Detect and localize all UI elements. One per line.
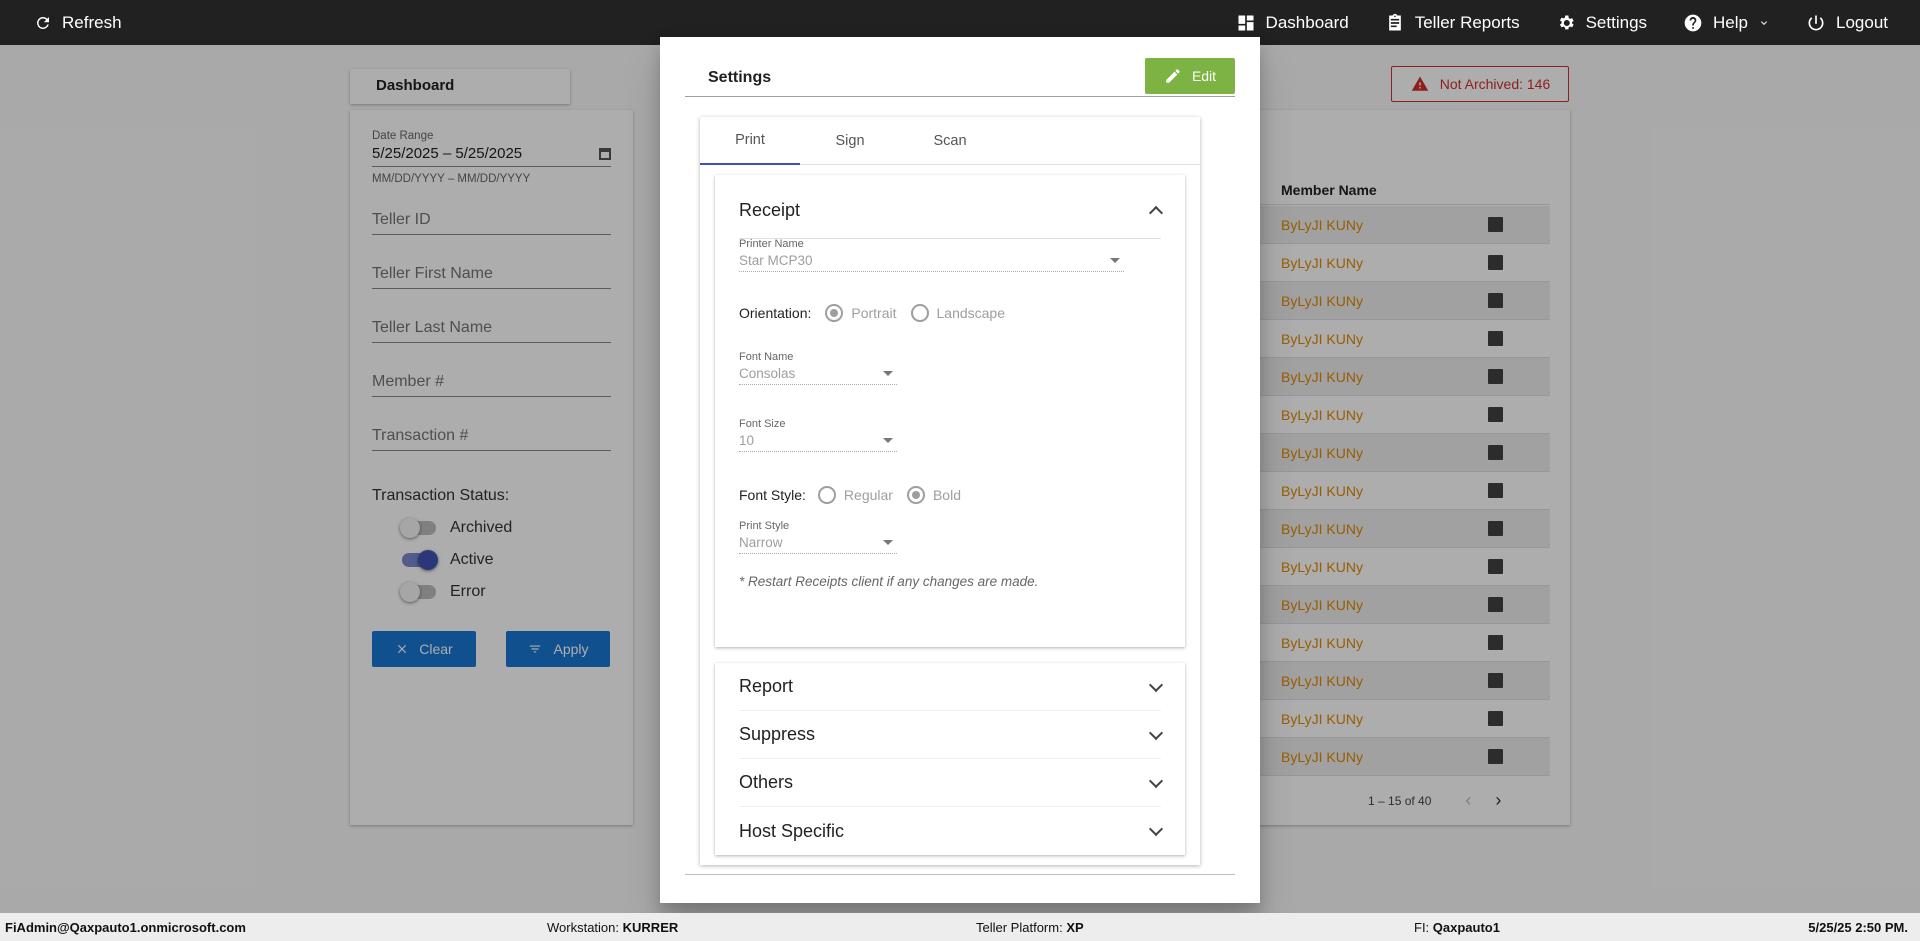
collapsed-sections: Report Suppress Others Host Specific: [715, 663, 1185, 855]
receipt-title: Receipt: [739, 200, 801, 220]
platform-label: Teller Platform:: [976, 920, 1063, 935]
pencil-icon: [1166, 69, 1180, 83]
refresh-label: Refresh: [62, 12, 122, 32]
print-style-value: Narrow: [739, 535, 783, 550]
help-icon: [1684, 14, 1702, 31]
nav-help-label: Help: [1713, 12, 1748, 32]
regular-label: Regular: [843, 487, 893, 503]
dashboard-icon: [1238, 15, 1254, 30]
orientation-landscape[interactable]: Landscape: [910, 304, 1006, 322]
receipt-body: Printer Name Star MCP30 Orientation: Por…: [739, 238, 1161, 589]
nav-logout[interactable]: Logout: [1788, 0, 1920, 45]
clipboard-icon: [1388, 13, 1401, 31]
edit-label: Edit: [1191, 68, 1217, 84]
edit-button[interactable]: Edit: [1145, 58, 1235, 94]
fi-value: Qaxpauto1: [1432, 920, 1500, 935]
chevron-down-icon: [1148, 677, 1164, 692]
portrait-label: Portrait: [851, 305, 897, 321]
status-user: FiAdmin@Qaxpauto1.onmicrosoft.com: [5, 920, 246, 935]
receipt-panel-header[interactable]: Receipt: [739, 183, 1164, 239]
dropdown-caret-icon: [1110, 258, 1120, 263]
status-datetime: 5/25/25 2:50 PM.: [1808, 920, 1908, 935]
settings-tabs: Print Sign Scan: [700, 117, 1200, 165]
settings-dialog: Settings Edit Print Sign Scan Receipt Pr…: [660, 37, 1260, 903]
chevron-down-icon: [1148, 725, 1164, 740]
printer-name-value: Star MCP30: [739, 253, 813, 268]
fi-label: FI:: [1414, 920, 1430, 935]
orientation-group: Orientation: Portrait Landscape: [739, 304, 1161, 322]
status-platform: Teller Platform: XP: [976, 920, 1084, 935]
nav-teller-reports-label: Teller Reports: [1414, 12, 1520, 32]
settings-card: Print Sign Scan Receipt Printer Name Sta…: [700, 117, 1200, 865]
font-size-label: Font Size: [739, 418, 786, 430]
section-title: Report: [739, 676, 794, 696]
font-style-group: Font Style: Regular Bold: [739, 486, 1161, 504]
section-title: Others: [739, 772, 794, 792]
power-icon: [1808, 15, 1824, 30]
font-style-bold[interactable]: Bold: [906, 486, 961, 504]
workstation-label: Workstation:: [547, 920, 620, 935]
nav-help[interactable]: Help: [1665, 0, 1788, 45]
refresh-icon: [36, 16, 49, 29]
chevron-down-icon: [1148, 821, 1164, 837]
radio-landscape[interactable]: [910, 304, 929, 322]
printer-name-label: Printer Name: [739, 238, 804, 250]
chevron-down-icon: [1148, 773, 1164, 788]
chevron-down-icon: [1761, 20, 1767, 25]
landscape-label: Landscape: [936, 305, 1006, 321]
font-style-regular[interactable]: Regular: [817, 486, 893, 504]
chevron-up-icon: [1148, 205, 1164, 220]
restart-note: * Restart Receipts client if any changes…: [739, 574, 1039, 589]
nav-settings-label: Settings: [1585, 12, 1648, 32]
status-workstation: Workstation: KURRER: [547, 920, 678, 935]
font-name-value: Consolas: [739, 366, 796, 381]
radio-bold[interactable]: [906, 486, 925, 504]
orientation-label: Orientation:: [739, 305, 812, 321]
font-style-label: Font Style:: [739, 487, 806, 503]
dropdown-caret-icon: [883, 438, 893, 443]
tab-scan[interactable]: Scan: [900, 117, 1000, 165]
workstation-value: KURRER: [622, 920, 679, 935]
font-size-value: 10: [739, 433, 755, 448]
dialog-title: Settings: [708, 69, 772, 86]
suppress-panel-header[interactable]: Suppress: [739, 711, 1164, 759]
top-nav: Dashboard Teller Reports Settings Help L…: [1218, 0, 1920, 45]
receipt-panel: Receipt Printer Name Star MCP30 Orientat…: [715, 175, 1185, 647]
status-fi: FI: Qaxpauto1: [1414, 920, 1500, 935]
print-style-select[interactable]: Narrow: [739, 535, 897, 554]
status-bar: FiAdmin@Qaxpauto1.onmicrosoft.com Workst…: [0, 913, 1920, 941]
font-name-select[interactable]: Consolas: [739, 366, 897, 385]
radio-portrait[interactable]: [825, 304, 844, 322]
nav-logout-label: Logout: [1836, 12, 1888, 32]
section-title: Suppress: [739, 724, 816, 744]
printer-name-select[interactable]: Star MCP30: [739, 253, 1124, 272]
nav-settings[interactable]: Settings: [1538, 0, 1665, 45]
others-panel-header[interactable]: Others: [739, 759, 1164, 807]
radio-regular[interactable]: [817, 486, 836, 504]
dialog-header: Settings Edit: [685, 58, 1235, 97]
section-title: Host Specific: [739, 820, 845, 841]
font-size-select[interactable]: 10: [739, 433, 897, 452]
report-panel-header[interactable]: Report: [739, 663, 1164, 711]
bold-label: Bold: [932, 487, 961, 503]
platform-value: XP: [1066, 920, 1084, 935]
nav-dashboard-label: Dashboard: [1265, 12, 1349, 32]
tab-sign[interactable]: Sign: [800, 117, 900, 165]
host-specific-panel-header[interactable]: Host Specific: [739, 807, 1164, 855]
refresh-button[interactable]: Refresh: [34, 0, 122, 45]
orientation-portrait[interactable]: Portrait: [825, 304, 897, 322]
tab-print[interactable]: Print: [700, 117, 800, 165]
dropdown-caret-icon: [883, 540, 893, 545]
print-style-label: Print Style: [739, 520, 790, 532]
nav-teller-reports[interactable]: Teller Reports: [1367, 0, 1538, 45]
dropdown-caret-icon: [883, 371, 893, 376]
gear-icon: [1559, 15, 1574, 29]
dialog-content: Print Sign Scan Receipt Printer Name Sta…: [685, 107, 1235, 875]
font-name-label: Font Name: [739, 351, 794, 363]
